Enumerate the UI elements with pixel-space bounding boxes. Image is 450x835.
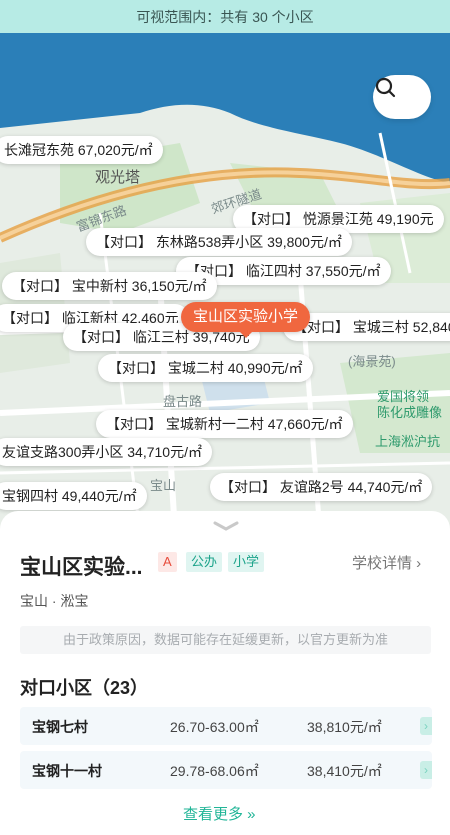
map-place-label: 盘古路 — [163, 394, 203, 409]
map-place-label: 陈化成雕像 — [377, 405, 443, 420]
search-icon — [375, 77, 396, 98]
map-place-label: 观光塔 — [95, 169, 141, 186]
community-price: 38,410元/㎡ — [307, 763, 382, 779]
listing-label[interactable]: 【对口】 宝中新村 36,150元/㎡ — [2, 272, 217, 300]
table-row[interactable]: 宝钢七村 26.70-63.00㎡ 38,810元/㎡ › — [20, 707, 432, 745]
public-badge: 公办 — [186, 552, 223, 572]
chevron-right-icon[interactable]: › — [420, 717, 432, 735]
policy-notice: 由于政策原因，数据可能存在延缓更新，以官方更新为准 — [20, 626, 431, 654]
chevron-down-icon[interactable] — [213, 521, 239, 531]
matched-section-title: 对口小区（23） — [20, 678, 149, 698]
school-district: 宝山 · 淞宝 — [20, 593, 89, 609]
community-price: 38,810元/㎡ — [307, 719, 382, 735]
map-place-label: (海景苑) — [348, 354, 396, 369]
school-name: 宝山区实验... — [20, 556, 143, 579]
map-view[interactable]: 观光塔 富锦东路 郊环隧道 盘古路 上海淞沪抗 爱国将领 陈化成雕像 (海景苑)… — [0, 33, 450, 533]
listing-label[interactable]: 【对口】 东林路538弄小区 39,800元/㎡ — [86, 228, 352, 256]
school-detail-link[interactable]: 学校详情 › — [352, 552, 421, 573]
community-name: 宝钢七村 — [32, 719, 88, 735]
listing-label[interactable]: 【对口】 友谊路2号 44,740元/㎡ — [210, 473, 433, 501]
table-row[interactable]: 宝钢十一村 29.78-68.06㎡ 38,410元/㎡ › — [20, 751, 432, 789]
listing-label[interactable]: 【对口】 宝城新村一二村 47,660元/㎡ — [96, 410, 353, 438]
listing-label[interactable]: 【对口】 宝城二村 40,990元/㎡ — [98, 354, 313, 382]
chevron-right-icon[interactable]: › — [420, 761, 432, 779]
visible-count-banner: 可视范围内：共有 30 个小区 — [0, 0, 450, 33]
school-info-sheet: 宝山区实验... A 公办 小学 学校详情 › 宝山 · 淞宝 由于政策原因，数… — [0, 511, 450, 835]
community-area: 26.70-63.00㎡ — [170, 719, 259, 735]
rating-badge: A — [158, 552, 177, 572]
school-marker[interactable]: 宝山区实验小学 — [181, 302, 311, 338]
view-more-link[interactable]: 查看更多 » — [183, 803, 256, 824]
listing-label[interactable]: 宝钢四村 49,440元/㎡ — [0, 482, 147, 510]
listing-label[interactable]: 长滩冠东苑 67,020元/㎡ — [0, 136, 163, 164]
map-place-label: 上海淞沪抗 — [375, 434, 441, 449]
community-name: 宝钢十一村 — [32, 763, 102, 779]
primary-badge: 小学 — [228, 552, 265, 572]
search-button[interactable] — [373, 75, 431, 119]
community-area: 29.78-68.06㎡ — [170, 763, 259, 779]
map-place-label: 宝山 — [150, 478, 177, 493]
listing-label[interactable]: 友谊支路300弄小区 34,710元/㎡ — [0, 438, 212, 466]
